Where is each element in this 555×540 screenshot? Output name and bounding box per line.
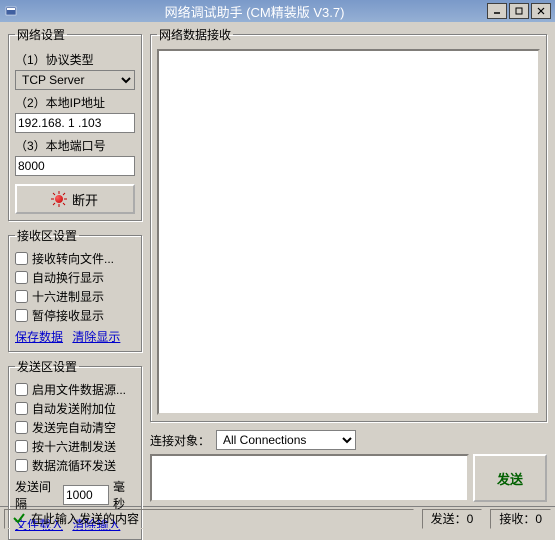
send-row: 发送 (150, 454, 547, 502)
connection-row: 连接对象： All Connections (150, 430, 547, 450)
clear-display-link[interactable]: 清除显示 (72, 330, 120, 344)
port-label: （3）本地端口号 (15, 137, 135, 154)
connection-select[interactable]: All Connections (216, 430, 356, 450)
recv-to-file-checkbox[interactable] (15, 252, 28, 265)
send-textbox[interactable] (150, 454, 469, 502)
hex-display-checkbox[interactable] (15, 290, 28, 303)
file-source-row[interactable]: 启用文件数据源... (15, 381, 135, 398)
app-icon (4, 4, 18, 18)
net-settings-group: 网络设置 （1）协议类型 TCP Server （2）本地IP地址 （3）本地端… (8, 26, 142, 221)
pause-recv-row[interactable]: 暂停接收显示 (15, 307, 135, 324)
auto-clear-checkbox[interactable] (15, 421, 28, 434)
status-recv-count: 接收：0 (490, 509, 551, 529)
status-ready: 在此输入发送的内容 (4, 509, 414, 529)
interval-row: 发送间隔 毫秒 (15, 478, 135, 512)
content-area: 网络设置 （1）协议类型 TCP Server （2）本地IP地址 （3）本地端… (0, 22, 555, 506)
interval-label: 发送间隔 (15, 478, 59, 512)
pause-recv-checkbox[interactable] (15, 309, 28, 322)
auto-extra-checkbox[interactable] (15, 402, 28, 415)
recv-data-group: 网络数据接收 (150, 26, 547, 422)
left-panel: 网络设置 （1）协议类型 TCP Server （2）本地IP地址 （3）本地端… (0, 22, 148, 506)
ip-label: （2）本地IP地址 (15, 94, 135, 111)
loop-send-checkbox[interactable] (15, 459, 28, 472)
interval-unit: 毫秒 (113, 478, 135, 512)
recv-links: 保存数据 清除显示 (15, 328, 135, 345)
interval-input[interactable] (63, 485, 109, 505)
minimize-button[interactable] (487, 3, 507, 19)
disconnect-label: 断开 (72, 190, 98, 209)
net-settings-legend: 网络设置 (15, 26, 67, 43)
recv-textbox[interactable] (157, 49, 540, 415)
disconnect-button[interactable]: 断开 (15, 184, 135, 214)
statusbar: 在此输入发送的内容 发送：0 接收：0 (0, 506, 555, 530)
recv-settings-legend: 接收区设置 (15, 227, 79, 244)
connection-label: 连接对象： (150, 432, 210, 449)
send-settings-legend: 发送区设置 (15, 358, 79, 375)
hex-send-row[interactable]: 按十六进制发送 (15, 438, 135, 455)
protocol-label: （1）协议类型 (15, 51, 135, 68)
disconnect-icon (52, 192, 66, 206)
close-button[interactable] (531, 3, 551, 19)
recv-to-file-row[interactable]: 接收转向文件... (15, 250, 135, 267)
save-data-link[interactable]: 保存数据 (15, 330, 63, 344)
ready-icon (13, 512, 27, 526)
auto-wrap-row[interactable]: 自动换行显示 (15, 269, 135, 286)
auto-extra-row[interactable]: 自动发送附加位 (15, 400, 135, 417)
auto-clear-row[interactable]: 发送完自动清空 (15, 419, 135, 436)
right-panel: 网络数据接收 连接对象： All Connections 发送 (148, 22, 555, 506)
hex-display-row[interactable]: 十六进制显示 (15, 288, 135, 305)
window-title: 网络调试助手 (CM精装版 V3.7) (22, 2, 487, 21)
file-source-checkbox[interactable] (15, 383, 28, 396)
port-input[interactable] (15, 156, 135, 176)
status-send-count: 发送：0 (422, 509, 483, 529)
maximize-button[interactable] (509, 3, 529, 19)
send-button[interactable]: 发送 (473, 454, 547, 502)
hex-send-checkbox[interactable] (15, 440, 28, 453)
auto-wrap-checkbox[interactable] (15, 271, 28, 284)
recv-area: 网络数据接收 (150, 26, 547, 426)
ip-input[interactable] (15, 113, 135, 133)
recv-data-legend: 网络数据接收 (157, 26, 233, 43)
window-buttons (487, 3, 551, 19)
recv-settings-group: 接收区设置 接收转向文件... 自动换行显示 十六进制显示 暂停接收显示 保存数… (8, 227, 142, 352)
titlebar: 网络调试助手 (CM精装版 V3.7) (0, 0, 555, 22)
protocol-select[interactable]: TCP Server (15, 70, 135, 90)
loop-send-row[interactable]: 数据流循环发送 (15, 457, 135, 474)
